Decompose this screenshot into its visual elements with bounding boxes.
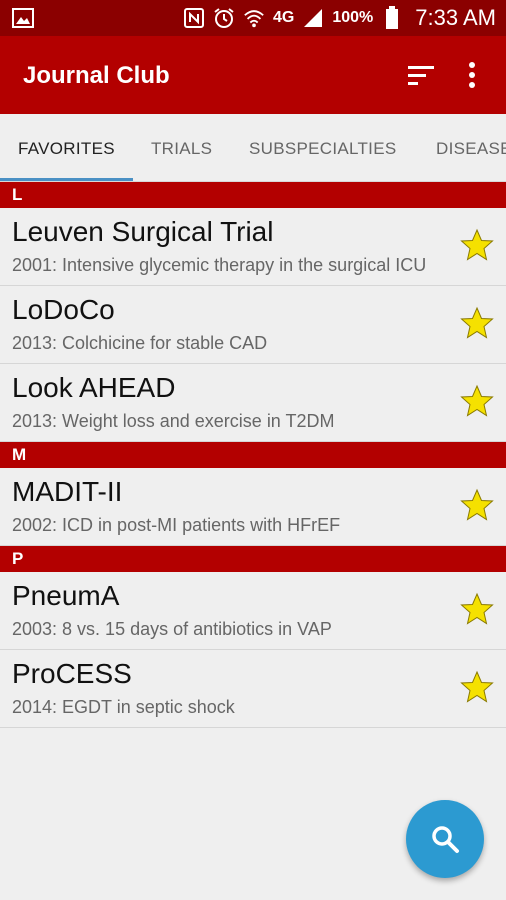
favorites-list: L Leuven Surgical Trial 2001: Intensive … [0,182,506,728]
tab-trials[interactable]: TRIALS [151,114,212,182]
list-item[interactable]: ProCESS 2014: EGDT in septic shock [0,650,506,728]
search-icon [432,826,459,853]
star-icon[interactable] [460,228,494,262]
item-subtitle: 2013: Colchicine for stable CAD [12,333,268,353]
item-title: Leuven Surgical Trial [12,216,274,247]
item-title: Look AHEAD [12,372,176,403]
gallery-notification-icon [12,8,34,28]
item-subtitle: 2002: ICD in post-MI patients with HFrEF [12,515,341,535]
tab-diseases[interactable]: DISEASES [436,114,506,182]
section-header-p: P [0,546,506,572]
signal-icon [302,7,324,29]
list-item[interactable]: LoDoCo 2013: Colchicine for stable CAD [0,286,506,364]
clock: 7:33 AM [415,5,496,30]
star-icon[interactable] [460,306,494,340]
more-vert-icon[interactable] [462,62,482,88]
item-subtitle: 2014: EGDT in septic shock [12,697,235,717]
item-title: ProCESS [12,658,132,689]
item-subtitle: 2001: Intensive glycemic therapy in the … [12,255,427,275]
tab-subspecialties[interactable]: SUBSPECIALTIES [249,114,397,182]
star-icon[interactable] [460,488,494,522]
list-item[interactable]: Look AHEAD 2013: Weight loss and exercis… [0,364,506,442]
nfc-icon [183,7,205,29]
star-icon[interactable] [460,384,494,418]
star-icon[interactable] [460,670,494,704]
status-bar: 4G 100% 7:33 AM [0,0,506,36]
item-title: LoDoCo [12,294,115,325]
battery-percent: 100% [332,9,374,26]
app-title: Journal Club [23,62,170,89]
list-item[interactable]: PneumA 2003: 8 vs. 15 days of antibiotic… [0,572,506,650]
list-item[interactable]: MADIT-II 2002: ICD in post-MI patients w… [0,468,506,546]
item-title: MADIT-II [12,476,123,507]
alarm-icon [213,7,235,29]
star-icon[interactable] [460,592,494,626]
item-subtitle: 2013: Weight loss and exercise in T2DM [12,411,335,431]
section-header-l: L [0,182,506,208]
section-header-m: M [0,442,506,468]
list-item[interactable]: Leuven Surgical Trial 2001: Intensive gl… [0,208,506,286]
battery-icon [381,6,403,29]
tab-bar: FAVORITES TRIALS SUBSPECIALTIES DISEASES [0,114,506,182]
item-title: PneumA [12,580,120,611]
search-button[interactable] [406,800,484,878]
sort-icon[interactable] [408,64,436,86]
tab-favorites[interactable]: FAVORITES [18,114,115,182]
wifi-icon [243,7,265,29]
status-icons: 4G 100% 7:33 AM [183,0,496,36]
network-type: 4G [273,9,295,26]
item-subtitle: 2003: 8 vs. 15 days of antibiotics in VA… [12,619,332,639]
app-bar: Journal Club [0,36,506,114]
